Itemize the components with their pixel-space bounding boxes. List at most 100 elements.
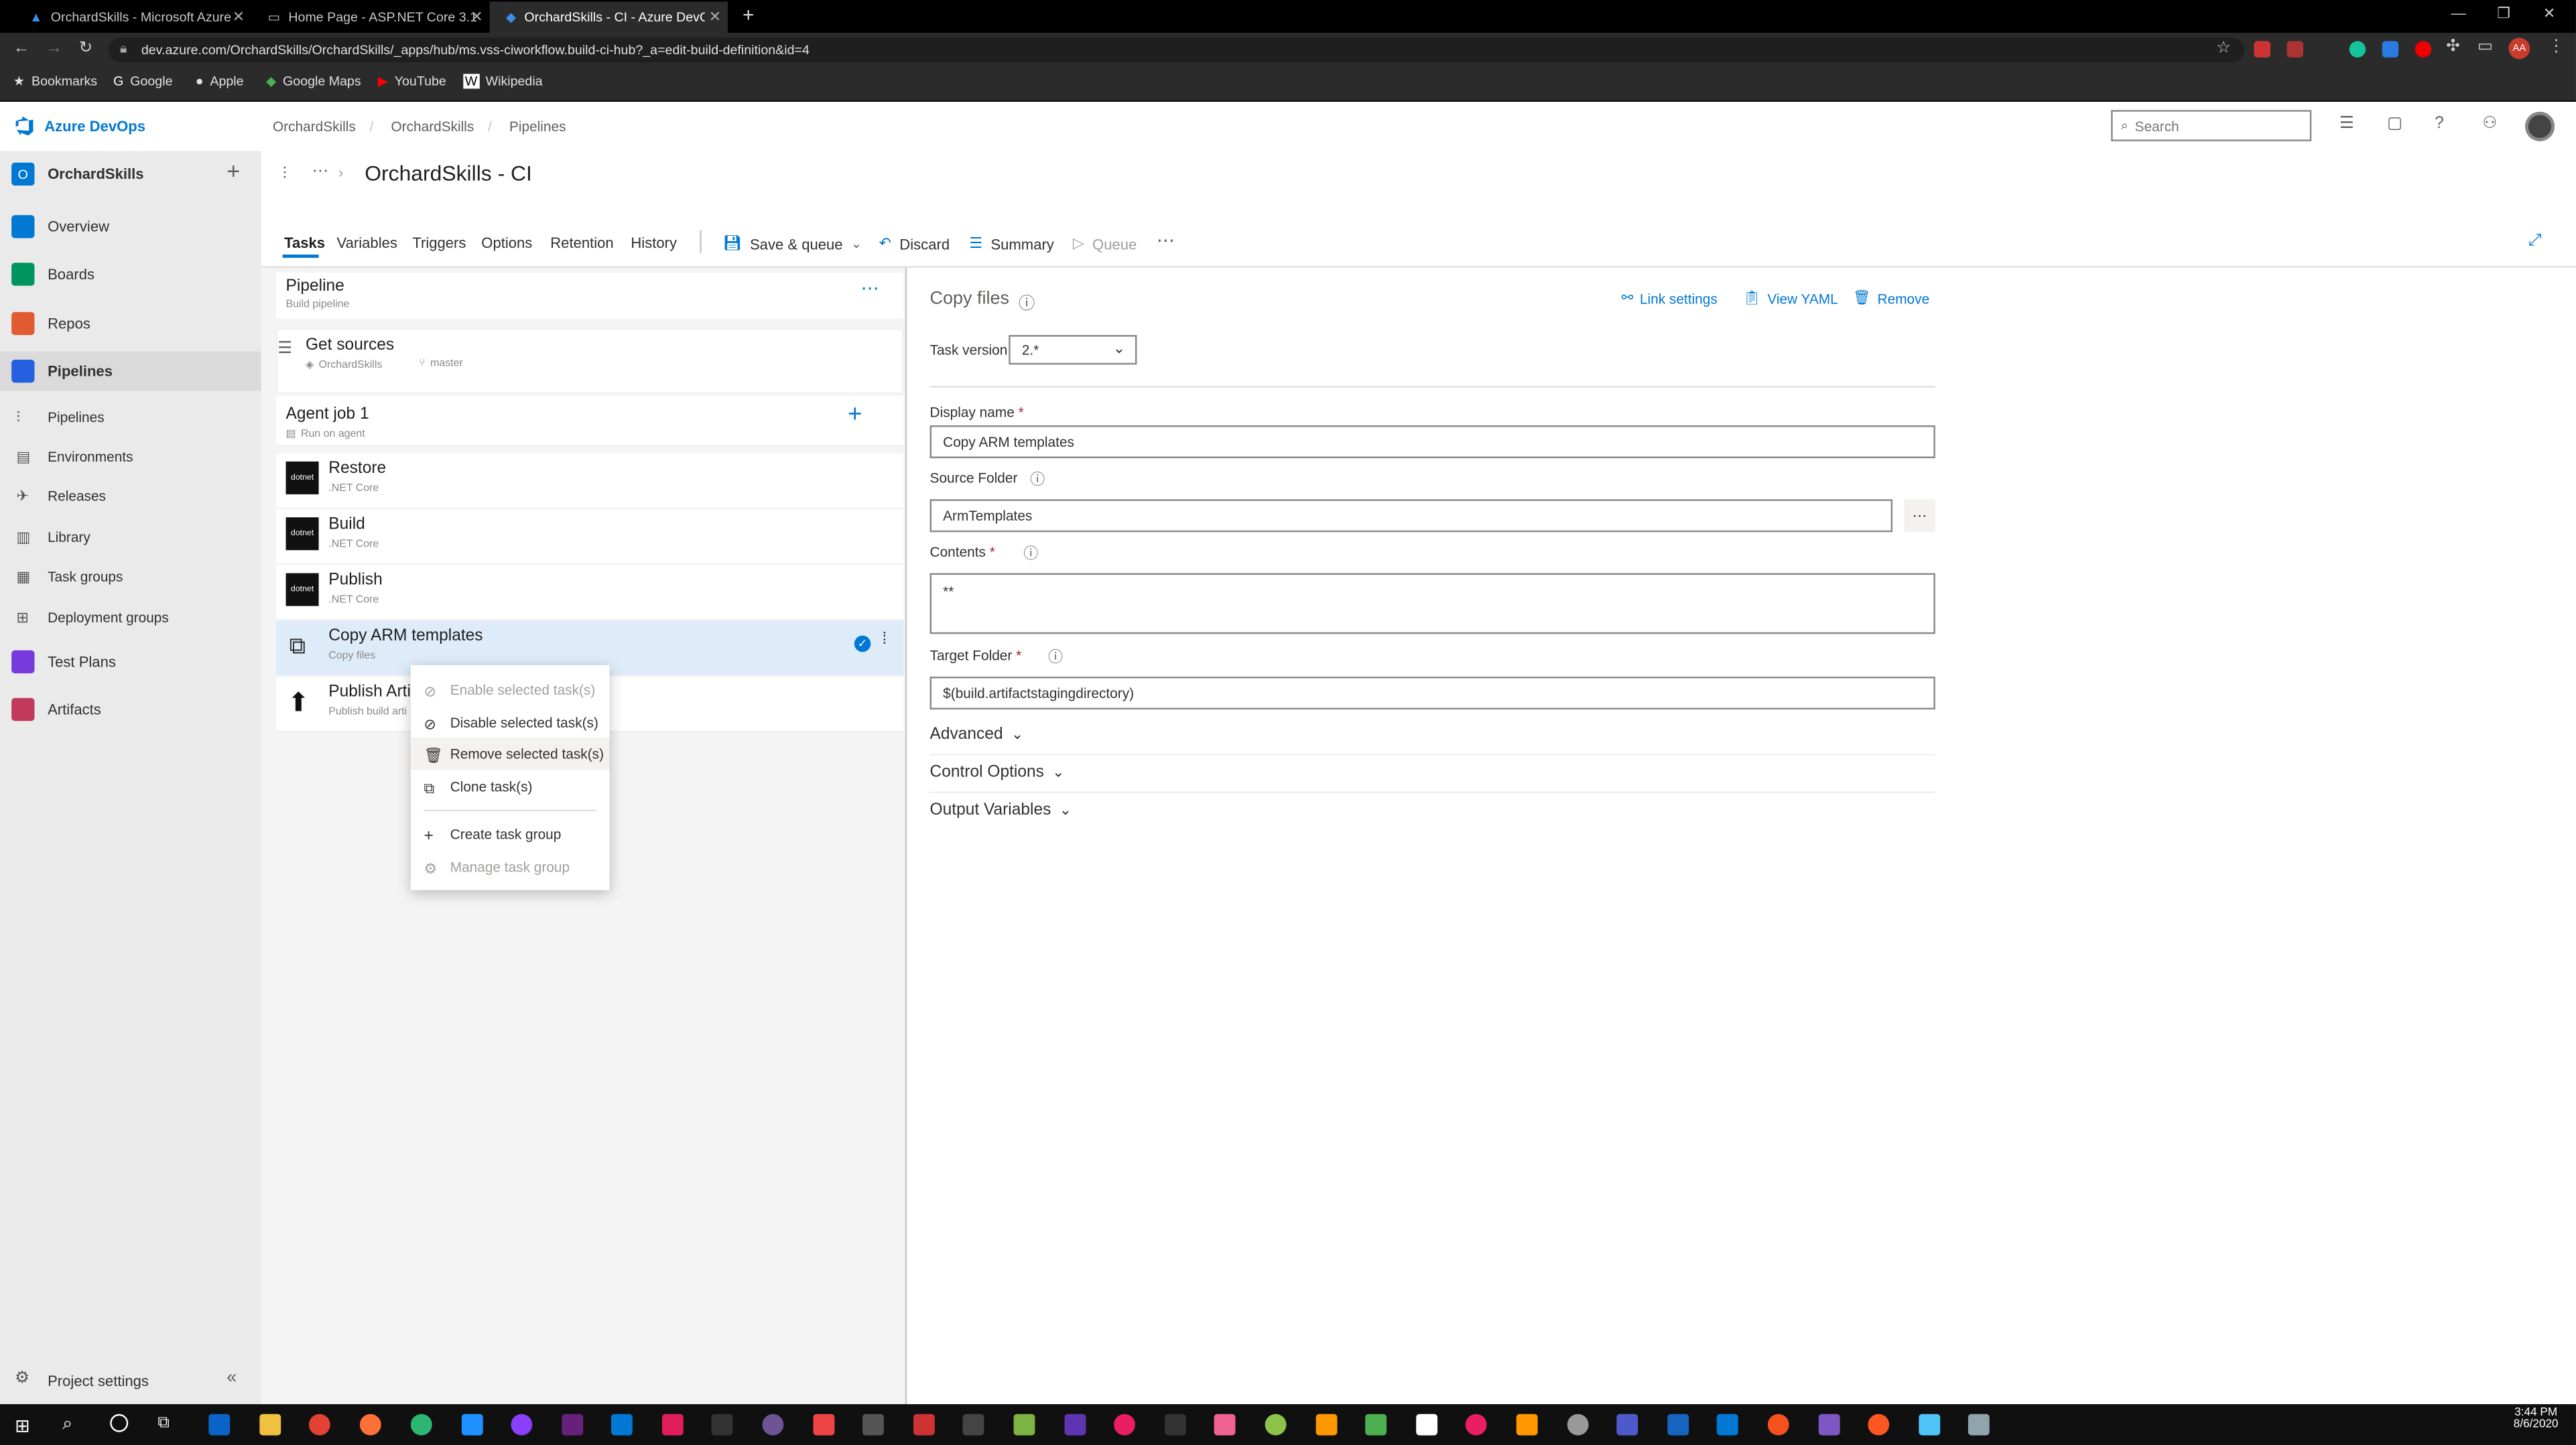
source-folder-input[interactable]: ArmTemplates (929, 499, 1893, 533)
extension-icon[interactable] (2382, 41, 2399, 58)
app-icon[interactable] (1013, 1414, 1035, 1436)
puzzle-icon[interactable]: ✣ (2446, 38, 2460, 56)
tab-retention[interactable]: Retention (550, 235, 613, 252)
search-input[interactable] (2134, 117, 2299, 134)
marketplace-icon[interactable]: ▢ (2387, 115, 2402, 133)
nav-sub-task-groups[interactable]: ▦ Task groups (0, 560, 261, 593)
bookmark-item[interactable]: G Google (113, 74, 172, 88)
check-icon[interactable]: ✓ (854, 635, 871, 652)
nav-sub-releases[interactable]: ✈ Releases (0, 480, 261, 512)
terminal-icon[interactable] (711, 1414, 733, 1436)
close-window-icon[interactable]: ✕ (2543, 5, 2556, 23)
task-row-publish[interactable]: dotnet Publish .NET Core (275, 565, 904, 621)
cast-icon[interactable]: ▭ (2477, 38, 2493, 56)
tab-triggers[interactable]: Triggers (412, 235, 466, 252)
app-icon[interactable] (1767, 1414, 1789, 1436)
app-icon[interactable] (1868, 1414, 1890, 1436)
menu-item-disable[interactable]: ⊘ Disable selected task(s) (411, 706, 610, 739)
breadcrumb-pipelines[interactable]: Pipelines (509, 119, 566, 135)
browser-tab[interactable]: ▲ OrchardSkills - Microsoft Azure ✕ (13, 1, 251, 33)
nav-overview[interactable]: Overview (0, 207, 261, 247)
bookmark-item[interactable]: ★ Bookmarks (13, 74, 97, 88)
collapse-icon[interactable]: « (227, 1368, 237, 1387)
search-box[interactable]: ⌕ (2111, 110, 2312, 141)
app-icon[interactable] (1465, 1414, 1487, 1436)
more-breadcrumb-icon[interactable]: ⋯ (312, 163, 329, 181)
app-icon[interactable] (913, 1414, 935, 1436)
avatar[interactable] (2524, 111, 2555, 141)
section-output-variables[interactable]: Output Variables ⌄ (930, 801, 1072, 819)
app-icon[interactable] (1567, 1414, 1589, 1436)
close-icon[interactable]: ✕ (470, 8, 483, 26)
nav-sub-pipelines[interactable]: ⫶ Pipelines (0, 401, 261, 433)
menu-item-clone[interactable]: ⧉ Clone task(s) (411, 770, 610, 803)
reload-icon[interactable]: ↻ (79, 40, 93, 58)
minimize-icon[interactable]: — (2451, 5, 2466, 21)
app-icon[interactable] (1165, 1414, 1186, 1436)
app-icon[interactable] (1416, 1414, 1438, 1436)
app-icon[interactable] (813, 1414, 835, 1436)
section-advanced[interactable]: Advanced ⌄ (930, 726, 1024, 744)
app-icon[interactable] (1114, 1414, 1135, 1436)
add-icon[interactable]: + (227, 157, 240, 184)
expand-icon[interactable]: ⤢ (2528, 232, 2542, 250)
info-icon[interactable]: ⓘ (1048, 645, 1063, 667)
app-icon[interactable] (1968, 1414, 1990, 1436)
menu-item-enable[interactable]: ⊘ Enable selected task(s) (411, 673, 610, 706)
menu-item-create-task-group[interactable]: + Create task group (411, 818, 610, 851)
windows-start-icon[interactable]: ⊞ (15, 1416, 30, 1437)
bookmark-item[interactable]: W Wikipedia (463, 74, 543, 89)
outlook-icon[interactable] (208, 1414, 231, 1436)
app-icon[interactable] (1064, 1414, 1086, 1436)
list-icon[interactable]: ☰ (2339, 115, 2354, 133)
help-icon[interactable]: ? (2435, 115, 2444, 133)
app-icon[interactable] (1716, 1414, 1738, 1436)
browser-tab-active[interactable]: ◆ OrchardSkills - CI - Azure DevOps ✕ (489, 1, 728, 33)
browse-button[interactable]: ⋯ (1904, 499, 1935, 533)
drag-handle-icon[interactable]: ⁞ (882, 630, 887, 648)
contents-textarea[interactable]: ** (929, 573, 1935, 634)
bookmark-item[interactable]: ▶ YouTube (378, 74, 446, 88)
app-icon[interactable] (1365, 1414, 1387, 1436)
back-icon[interactable]: ← (13, 40, 30, 58)
nav-project-settings[interactable]: ⚙ Project settings (0, 1361, 261, 1401)
browser-tab[interactable]: ▭ Home Page - ASP.NET Core 3.1 ✕ (251, 1, 489, 33)
maximize-icon[interactable]: ❐ (2497, 5, 2510, 23)
app-icon[interactable] (1919, 1414, 1941, 1436)
visual-studio-icon[interactable] (562, 1414, 584, 1436)
app-icon[interactable] (862, 1414, 884, 1436)
extension-icon[interactable] (2287, 41, 2304, 58)
task-row-build[interactable]: dotnet Build .NET Core (275, 508, 904, 565)
teams-icon[interactable] (1616, 1414, 1638, 1436)
remove-button[interactable]: 🗑︎ Remove (1853, 289, 1929, 307)
summary-button[interactable]: ☰ Summary (969, 235, 1053, 253)
extension-icon[interactable] (2414, 41, 2432, 58)
url-input[interactable]: 🔒︎ dev.azure.com/OrchardSkills/OrchardSk… (108, 38, 2244, 63)
firefox-icon[interactable] (359, 1414, 381, 1436)
link-settings-button[interactable]: ⚯ Link settings (1622, 289, 1718, 307)
powershell-icon[interactable] (1667, 1414, 1689, 1436)
info-icon[interactable]: ⓘ (1023, 542, 1038, 563)
menu-item-remove[interactable]: 🗑︎ Remove selected task(s) (410, 737, 610, 770)
slack-icon[interactable] (661, 1414, 684, 1436)
nav-sub-library[interactable]: ▥ Library (0, 521, 261, 553)
profile-avatar[interactable]: AA (2508, 38, 2530, 60)
nav-sub-deployment-groups[interactable]: ⊞ Deployment groups (0, 601, 261, 634)
info-icon[interactable]: ⓘ (1019, 289, 1035, 314)
app-icon[interactable] (1315, 1414, 1338, 1436)
star-icon[interactable]: ☆ (2216, 40, 2231, 58)
get-sources-row[interactable]: ☰ Get sources ◈ OrchardSkills ⑂ master (275, 328, 904, 395)
bookmark-item[interactable]: ◆ Google Maps (266, 74, 361, 88)
section-control-options[interactable]: Control Options ⌄ (930, 764, 1065, 782)
nav-artifacts[interactable]: Artifacts (0, 690, 261, 730)
queue-button[interactable]: ▷ Queue (1073, 235, 1137, 253)
ie-icon[interactable] (461, 1414, 483, 1436)
more-actions-icon[interactable]: ⋯ (1157, 230, 1175, 251)
tab-options[interactable]: Options (481, 235, 532, 252)
target-folder-input[interactable]: $(build.artifactstagingdirectory) (929, 677, 1935, 710)
edge-icon[interactable] (410, 1414, 432, 1436)
nav-repos[interactable]: Repos (0, 304, 261, 344)
extension-icon[interactable] (2254, 41, 2270, 58)
nav-boards[interactable]: Boards (0, 255, 261, 294)
chrome-icon[interactable] (308, 1414, 330, 1436)
